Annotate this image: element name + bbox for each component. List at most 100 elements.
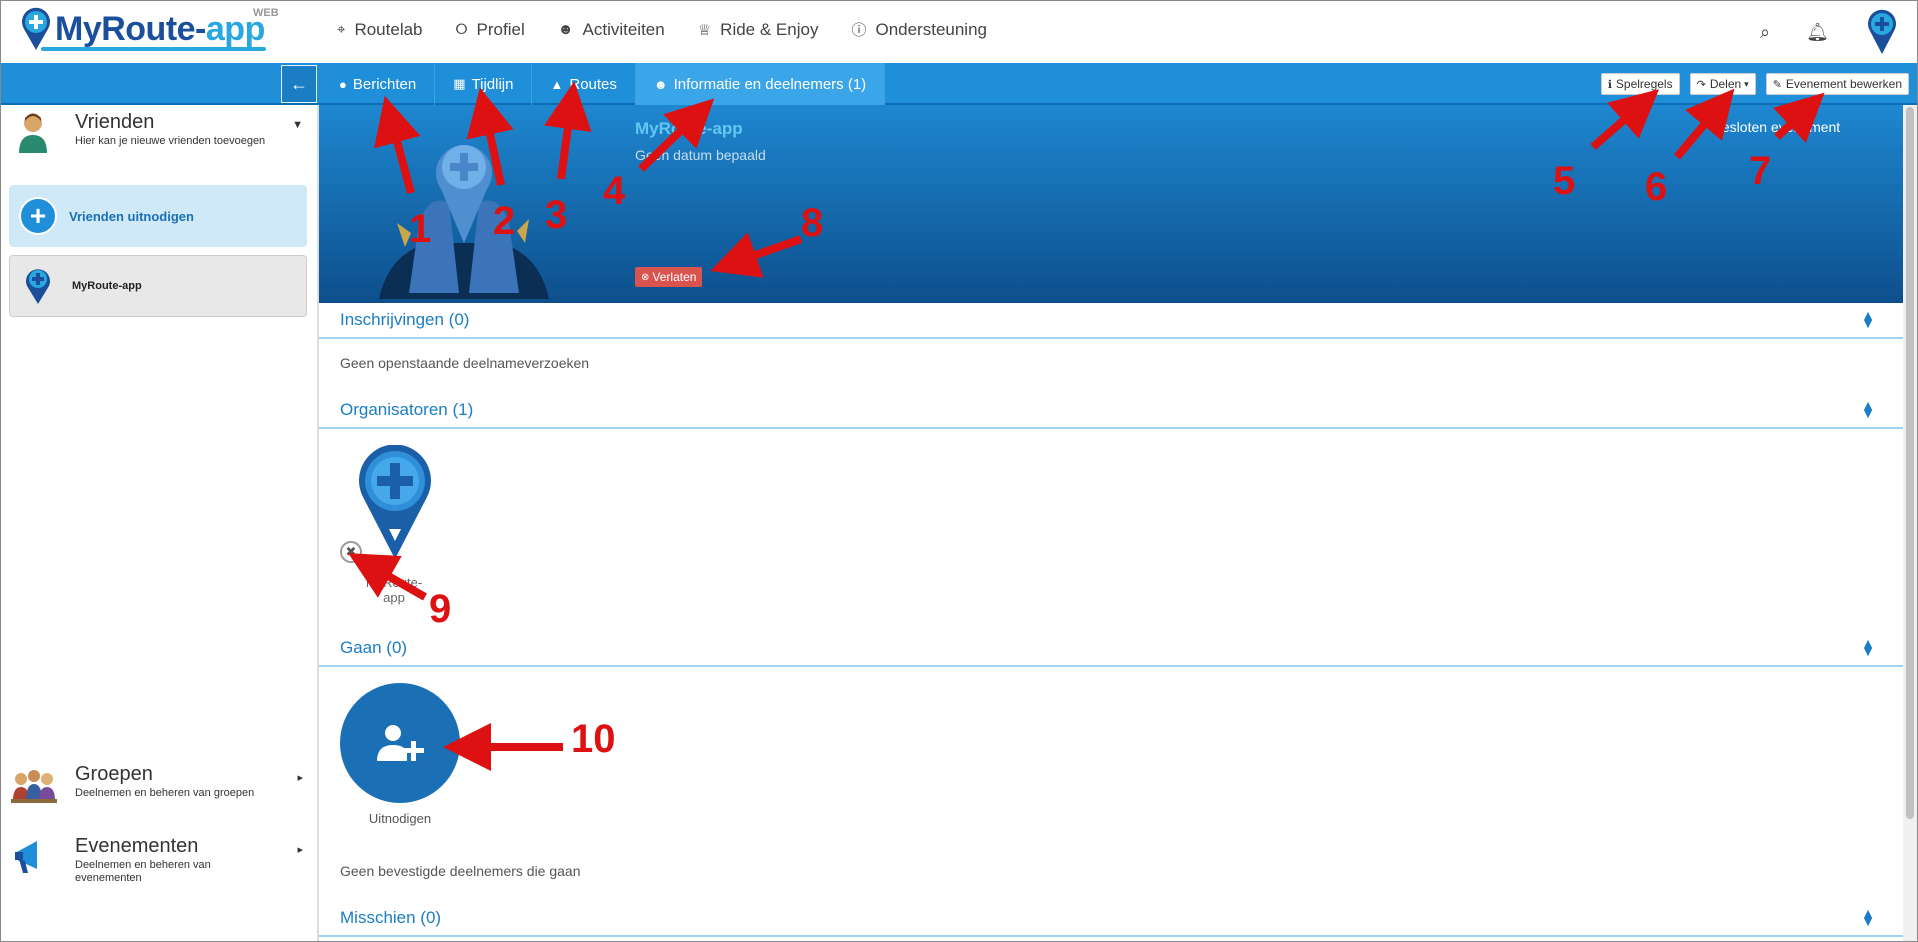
tab-label: Berichten xyxy=(352,75,417,93)
nav-routelab[interactable]: ⌖ Routelab xyxy=(337,19,423,40)
invite-participant-button[interactable] xyxy=(340,683,460,803)
tab-tijdlijn[interactable]: ▦ Tijdlijn xyxy=(435,63,533,105)
remove-organizer-button[interactable]: ✖ xyxy=(340,541,362,563)
calendar-icon: ▦ xyxy=(453,76,466,91)
sort-toggle-icon[interactable]: ▲ ▼ xyxy=(1861,906,1875,928)
nav-ride-enjoy[interactable]: ♕ Ride & Enjoy xyxy=(698,19,819,40)
comments-icon: ● xyxy=(339,76,347,92)
nav-ondersteuning[interactable]: ⓘ Ondersteuning xyxy=(851,19,987,40)
users-icon: ☻ xyxy=(557,21,574,38)
logo-underline xyxy=(41,47,266,51)
trophy-icon: ♕ xyxy=(697,21,712,39)
annotation-label: 9 xyxy=(429,587,452,631)
edit-event-button[interactable]: ✎ Evenement bewerken xyxy=(1765,73,1909,95)
caret-down-icon: ▼ xyxy=(292,119,303,131)
sidebar-member-item[interactable]: MyRoute-app xyxy=(9,255,307,317)
annotation-label: 5 xyxy=(1553,159,1576,203)
user-avatar[interactable] xyxy=(1865,9,1899,55)
annotation-label: 7 xyxy=(1749,149,1772,193)
caret-right-icon: ▸ xyxy=(297,772,303,784)
event-tabs: ● Berichten ▦ Tijdlijn ▲ Routes ☻ Informatie… xyxy=(321,63,886,105)
users-icon: ☻ xyxy=(653,76,668,92)
close-icon: ✖ xyxy=(345,544,357,559)
rules-button[interactable]: ℹ Spelregels xyxy=(1600,73,1680,95)
rules-label: Spelregels xyxy=(1615,77,1673,91)
sort-toggle-icon[interactable]: ▲ ▼ xyxy=(1861,308,1875,330)
annotation-label: 10 xyxy=(571,717,616,761)
main-menu: ⌖ Routelab ⭘ Profiel ☻ Activiteiten ♕ Ride &… xyxy=(337,19,1020,40)
annotation-label: 4 xyxy=(603,169,626,213)
section-title: Inschrijvingen (0) xyxy=(340,310,470,329)
sidebar-events[interactable]: Evenementen Deelnemen en beheren van eve… xyxy=(1,829,319,891)
logo-badge: WEB xyxy=(253,7,279,19)
tab-berichten[interactable]: ● Berichten xyxy=(321,63,436,105)
caret-right-icon: ▸ xyxy=(297,844,303,856)
bell-icon[interactable]: 🔔︎ xyxy=(1806,22,1829,43)
section-title: Organisatoren (1) xyxy=(340,400,474,419)
nav-label: Routelab xyxy=(354,19,423,39)
scrollbar[interactable] xyxy=(1903,105,1917,941)
times-circle-icon: ⊗ xyxy=(641,271,650,283)
map-marker-icon: ⌖ xyxy=(337,21,346,38)
going-empty-text: Geen bevestigde deelnemers die gaan xyxy=(340,863,581,879)
nav-label: Ride & Enjoy xyxy=(720,19,819,39)
top-right-tools: ⌕ 🔔︎ xyxy=(1760,1,1917,63)
tab-label: Routes xyxy=(569,75,617,93)
plus-icon: + xyxy=(19,197,57,235)
section-maybe-header[interactable]: Misschien (0) ▲ ▼ xyxy=(319,901,1905,937)
logo-pin-icon xyxy=(22,7,50,51)
sidebar-groups[interactable]: Groepen Deelnemen en beheren van groepen… xyxy=(1,757,319,813)
sort-toggle-icon[interactable]: ▲ ▼ xyxy=(1861,398,1875,420)
top-navbar: MyRoute-app WEB ⌖ Routelab ⭘ Profiel ☻ Acti… xyxy=(1,1,1917,63)
annotation-label: 6 xyxy=(1645,165,1668,209)
info-icon: ℹ xyxy=(1607,78,1612,91)
sidebar-groups-title: Groepen xyxy=(75,763,153,785)
sidebar-friends-title: Vrienden xyxy=(75,111,155,133)
road-icon: ▲ xyxy=(550,76,564,92)
tab-label: Tijdlijn xyxy=(471,75,514,93)
app-logo[interactable]: MyRoute-app xyxy=(19,7,265,51)
invite-label: Uitnodigen xyxy=(368,811,432,826)
edit-label: Evenement bewerken xyxy=(1785,77,1902,91)
event-tabbar: ← ● Berichten ▦ Tijdlijn ▲ Routes ☻ Informat… xyxy=(1,63,1917,105)
info-icon: ⓘ xyxy=(851,22,867,39)
leave-event-button[interactable]: ⊗ Verlaten xyxy=(635,267,703,287)
tab-routes[interactable]: ▲ Routes xyxy=(532,63,636,105)
search-icon[interactable]: ⌕ xyxy=(1760,22,1770,43)
section-registrations-header[interactable]: Inschrijvingen (0) ▲ ▼ xyxy=(319,303,1905,339)
section-title: Gaan (0) xyxy=(340,638,408,657)
sort-toggle-icon[interactable]: ▲ ▼ xyxy=(1861,636,1875,658)
megaphone-icon xyxy=(15,841,37,873)
tab-informatie-deelnemers[interactable]: ☻ Informatie en deelnemers (1) xyxy=(635,63,886,105)
collapse-sidebar-button[interactable]: ← xyxy=(281,65,317,103)
friend-person-icon xyxy=(19,113,47,153)
organizer-avatar[interactable] xyxy=(357,445,433,561)
section-going-header[interactable]: Gaan (0) ▲ ▼ xyxy=(319,631,1905,667)
caret-down-icon: ▾ xyxy=(1744,78,1749,89)
invite-friends-button[interactable]: + Vrienden uitnodigen xyxy=(9,185,307,247)
invite-friends-label: Vrienden uitnodigen xyxy=(69,208,194,224)
scrollbar-thumb[interactable] xyxy=(1906,107,1914,819)
group-people-icon xyxy=(11,770,57,803)
sidebar-events-title: Evenementen xyxy=(75,835,199,857)
share-icon: ⭘ xyxy=(455,21,468,38)
member-pin-icon xyxy=(26,269,50,304)
sidebar: Vrienden Hier kan je nieuwe vrienden toe… xyxy=(1,105,319,941)
edit-icon: ✎ xyxy=(1772,78,1782,91)
nav-activiteiten[interactable]: ☻ Activiteiten xyxy=(558,19,665,40)
section-organizers-header[interactable]: Organisatoren (1) ▲ ▼ xyxy=(319,393,1905,429)
app-window: MyRoute-app WEB ⌖ Routelab ⭘ Profiel ☻ Acti… xyxy=(0,0,1918,942)
nav-label: Profiel xyxy=(476,19,525,39)
annotation-label: 8 xyxy=(801,201,824,245)
leave-label: Verlaten xyxy=(652,270,697,284)
sidebar-friends[interactable]: Vrienden Hier kan je nieuwe vrienden toe… xyxy=(1,105,319,161)
user-plus-icon xyxy=(377,725,424,761)
share-button[interactable]: ↷ Delen ▾ xyxy=(1689,73,1756,95)
annotation-label: 3 xyxy=(545,193,568,237)
sidebar-groups-subtitle: Deelnemen en beheren van groepen xyxy=(75,787,255,799)
nav-label: Ondersteuning xyxy=(875,19,987,39)
member-name: MyRoute-app xyxy=(72,280,142,292)
nav-profiel[interactable]: ⭘ Profiel xyxy=(456,19,525,40)
registrations-empty-text: Geen openstaande deelnameverzoeken xyxy=(340,355,590,371)
arrow-left-icon: ← xyxy=(290,73,308,94)
